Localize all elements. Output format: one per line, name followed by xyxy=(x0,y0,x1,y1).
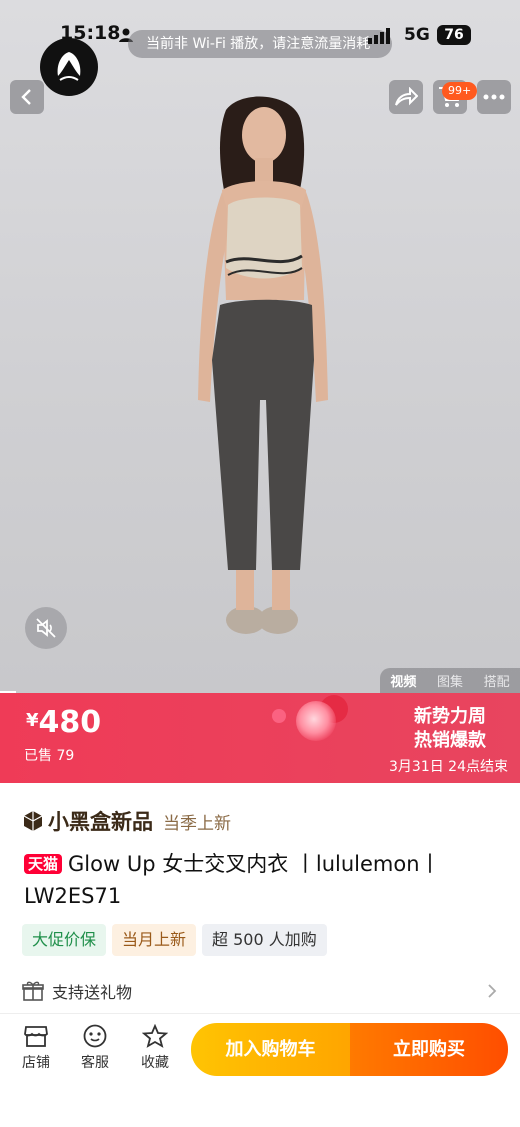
brand-row[interactable]: 小黑盒新品 当季上新 xyxy=(22,806,231,836)
product-title: 天猫 Glow Up 女士交叉内衣 丨lululemon丨LW2ES71 xyxy=(24,848,504,912)
lululemon-logo xyxy=(40,38,98,96)
network-type: 5G xyxy=(404,25,430,45)
tag-add-count: 超 500 人加购 xyxy=(202,924,327,956)
buy-now-button[interactable]: 立即购买 xyxy=(350,1023,508,1076)
product-media[interactable]: 15:18 当前非 Wi-Fi 播放，请注意流量消耗 5G 76 99+ 视频 … xyxy=(0,0,520,693)
back-button[interactable] xyxy=(10,80,44,114)
promo-end-time: 3月31日 24点结束 xyxy=(389,759,508,775)
tag-list: 大促价保 当月上新 超 500 人加购 xyxy=(22,924,327,956)
customer-service-button[interactable]: 客服 xyxy=(73,1024,117,1072)
tab-video[interactable]: 视频 xyxy=(390,671,416,690)
favorite-button[interactable]: 收藏 xyxy=(133,1024,177,1072)
signal-icon xyxy=(368,28,390,44)
price-amount: 480 xyxy=(38,705,102,740)
favorite-label: 收藏 xyxy=(141,1055,169,1071)
price: ¥480 xyxy=(26,705,101,740)
store-button[interactable]: 店铺 xyxy=(14,1024,58,1072)
more-dots-icon xyxy=(483,94,505,100)
tag-price-protect: 大促价保 xyxy=(22,924,107,956)
gift-row[interactable]: 支持送礼物 xyxy=(22,976,498,1006)
price-banner: ¥480 已售 79 新势力周 热销爆款 3月31日 24点结束 xyxy=(0,693,520,783)
battery-level: 76 xyxy=(437,25,471,45)
promo-title: 新势力周 热销爆款 xyxy=(414,705,486,753)
product-title-text: Glow Up 女士交叉内衣 丨lululemon丨LW2ES71 xyxy=(24,852,441,908)
add-to-cart-button[interactable]: 加入购物车 xyxy=(191,1023,350,1076)
tab-gallery[interactable]: 图集 xyxy=(437,671,463,690)
tag-new-this-month: 当月上新 xyxy=(112,924,197,956)
wifi-warning-toast: 当前非 Wi-Fi 播放，请注意流量消耗 xyxy=(128,30,392,58)
box-icon xyxy=(23,811,43,831)
divider xyxy=(0,1013,520,1014)
share-button[interactable] xyxy=(389,80,423,114)
gift-label: 支持送礼物 xyxy=(52,983,133,1002)
logo-icon xyxy=(57,52,81,81)
currency-symbol: ¥ xyxy=(26,710,39,731)
chevron-right-icon xyxy=(488,984,497,998)
star-icon xyxy=(142,1024,168,1048)
promo-line-2: 热销爆款 xyxy=(414,730,486,751)
cart-count-badge: 99+ xyxy=(442,82,478,100)
store-icon xyxy=(24,1026,48,1047)
tmall-badge: 天猫 xyxy=(24,854,63,874)
promo-line-1: 新势力周 xyxy=(414,706,486,727)
tab-outfit[interactable]: 搭配 xyxy=(484,671,510,690)
more-button[interactable] xyxy=(477,80,511,114)
sold-count: 已售 79 xyxy=(24,748,75,764)
mute-button[interactable] xyxy=(25,607,67,649)
service-label: 客服 xyxy=(81,1055,109,1071)
chevron-left-icon xyxy=(21,89,31,105)
decor-dot xyxy=(272,709,286,723)
decor-bubble xyxy=(296,701,336,741)
speaker-muted-icon xyxy=(36,618,56,638)
media-tabs: 视频 图集 搭配 xyxy=(380,668,520,693)
brand-subtitle: 当季上新 xyxy=(163,813,231,834)
store-label: 店铺 xyxy=(22,1055,50,1071)
gift-icon xyxy=(22,981,44,1001)
service-face-icon xyxy=(83,1024,107,1048)
brand-name: 小黑盒新品 xyxy=(48,810,153,834)
share-icon xyxy=(395,87,418,106)
